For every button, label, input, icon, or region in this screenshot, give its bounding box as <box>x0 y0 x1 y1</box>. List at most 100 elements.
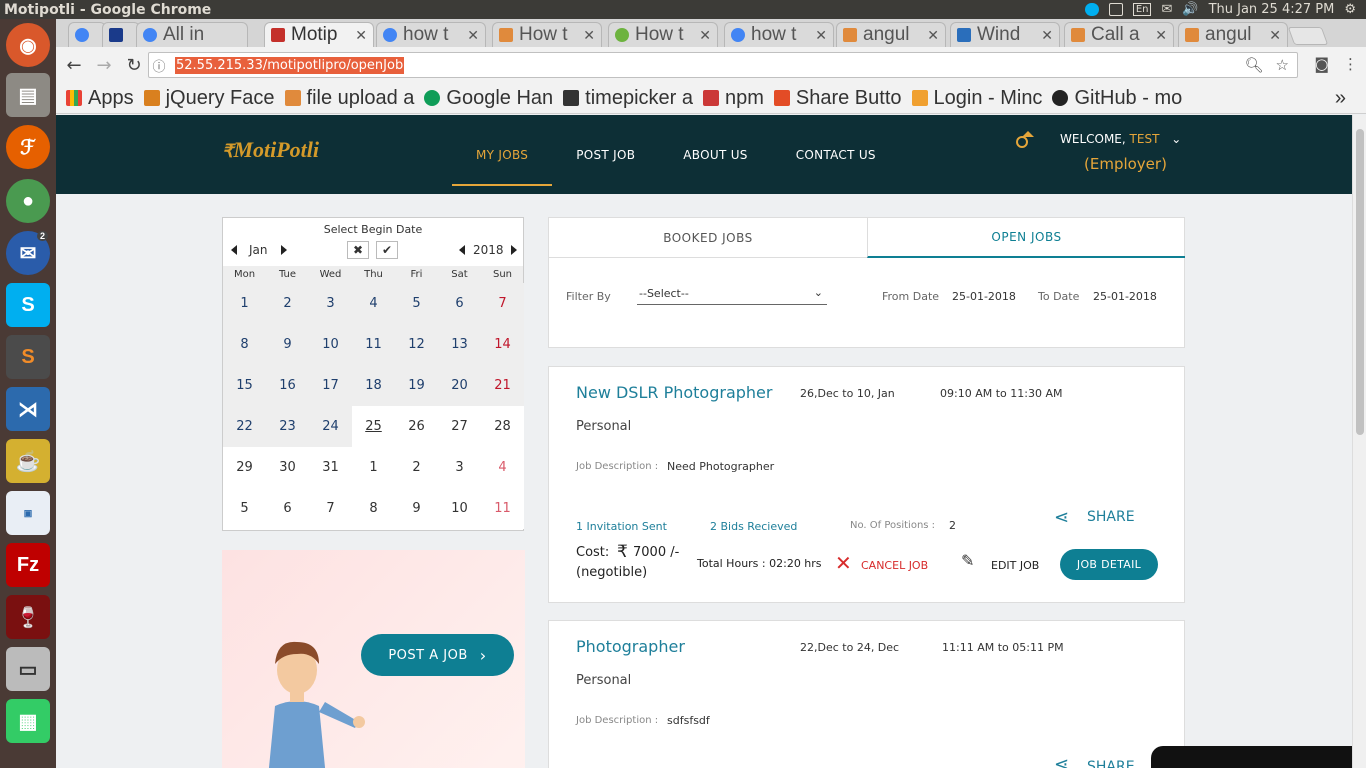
close-icon[interactable]: ✕ <box>463 27 479 44</box>
close-icon[interactable]: ✕ <box>1265 27 1281 44</box>
teapot-icon[interactable]: ☕ <box>6 439 50 483</box>
clear-date-icon[interactable]: ✖ <box>347 241 369 259</box>
year-label[interactable]: 2018 <box>473 243 504 257</box>
calendar-day[interactable]: 4 <box>481 447 524 488</box>
tab-4[interactable]: how t ✕ <box>376 22 486 47</box>
filezilla-icon[interactable]: Fz <box>6 543 50 587</box>
nav-post-job[interactable]: POST JOB <box>552 115 659 194</box>
calendar-day[interactable]: 18 <box>352 365 395 406</box>
calendar-day[interactable]: 31 <box>309 447 352 488</box>
sublime-icon[interactable]: S <box>6 335 50 379</box>
drive-icon[interactable]: ▦ <box>6 699 50 743</box>
pencil-icon[interactable]: ✎ <box>961 551 974 570</box>
calendar-day[interactable]: 10 <box>309 324 352 365</box>
site-logo[interactable]: ₹MotiPotli <box>222 137 319 163</box>
bookmark-share-button[interactable]: Share Butto <box>773 87 902 110</box>
calendar-day[interactable]: 3 <box>309 283 352 324</box>
chat-widget[interactable] <box>1151 746 1366 768</box>
calendar-day[interactable]: 21 <box>481 365 524 406</box>
bookmark-jquery[interactable]: jQuery Face <box>143 87 275 110</box>
share-icon[interactable]: ⋖ <box>1054 754 1069 768</box>
job-detail-button[interactable]: JOB DETAIL <box>1060 549 1158 580</box>
skype-icon[interactable]: S <box>6 283 50 327</box>
tab-8[interactable]: angul ✕ <box>836 22 946 47</box>
month-label[interactable]: Jan <box>249 243 268 257</box>
ubuntu-icon[interactable]: ◉ <box>6 23 50 67</box>
calendar-day[interactable]: 3 <box>438 447 481 488</box>
calendar-day[interactable]: 6 <box>438 283 481 324</box>
close-x-icon[interactable]: ✕ <box>835 551 852 575</box>
close-icon[interactable]: ✕ <box>1151 27 1167 44</box>
calendar-day[interactable]: 11 <box>481 488 524 529</box>
bookmark-star-icon[interactable]: ☆ <box>1276 56 1289 74</box>
forward-arrow-icon[interactable]: → <box>92 53 116 77</box>
welcome-menu[interactable]: WELCOME, TEST ⌄ <box>1060 132 1181 146</box>
calendar-day[interactable]: 26 <box>395 406 438 447</box>
calendar-day[interactable]: 15 <box>223 365 266 406</box>
nav-about-us[interactable]: ABOUT US <box>659 115 771 194</box>
calendar-day[interactable]: 7 <box>481 283 524 324</box>
vscode-icon[interactable]: ⋊ <box>6 387 50 431</box>
close-icon[interactable]: ✕ <box>579 27 595 44</box>
calendar-day[interactable]: 7 <box>309 488 352 529</box>
calendar-day[interactable]: 12 <box>395 324 438 365</box>
calendar-day[interactable]: 10 <box>438 488 481 529</box>
zoom-icon[interactable]: 🔍︎ <box>1245 56 1264 74</box>
bookmark-timepicker[interactable]: timepicker a <box>563 87 693 110</box>
calendar-day[interactable]: 19 <box>395 365 438 406</box>
back-arrow-icon[interactable]: ← <box>62 53 86 77</box>
prev-year-arrow-icon[interactable] <box>459 245 465 255</box>
calendar-day[interactable]: 8 <box>352 488 395 529</box>
calendar-day[interactable]: 16 <box>266 365 309 406</box>
tab-2[interactable]: All in <box>136 22 248 47</box>
tab-open-jobs[interactable]: OPEN JOBS <box>867 218 1185 258</box>
tab-0[interactable] <box>68 22 106 47</box>
bookmark-login[interactable]: Login - Minc <box>911 87 1042 110</box>
calendar-day[interactable]: 2 <box>266 283 309 324</box>
chevron-down-icon[interactable]: ⌄ <box>1171 132 1181 146</box>
from-date-input[interactable]: 25-01-2018 <box>952 290 1016 303</box>
menu-icon[interactable]: ⋮ <box>1343 55 1358 73</box>
calendar-day[interactable]: 2 <box>395 447 438 488</box>
new-tab-button[interactable] <box>1287 27 1329 45</box>
calendar-day[interactable]: 9 <box>395 488 438 529</box>
calendar-day[interactable]: 29 <box>223 447 266 488</box>
calendar-day[interactable]: 13 <box>438 324 481 365</box>
bookmark-github[interactable]: GitHub - mo <box>1052 87 1182 110</box>
volume-icon[interactable]: 🔊 <box>1182 2 1198 17</box>
calendar-day[interactable]: 24 <box>309 406 352 447</box>
calendar-day[interactable]: 25 <box>352 406 395 447</box>
camera-icon[interactable]: ◙ <box>1314 55 1329 73</box>
url-text[interactable]: 52.55.215.33/motipotlipro/openJob <box>175 56 405 74</box>
close-icon[interactable]: ✕ <box>351 27 367 44</box>
nav-contact-us[interactable]: CONTACT US <box>772 115 900 194</box>
calendar-day[interactable]: 23 <box>266 406 309 447</box>
next-year-arrow-icon[interactable] <box>511 245 517 255</box>
calendar-day[interactable]: 4 <box>352 283 395 324</box>
mail-icon[interactable]: ✉ <box>1161 2 1172 17</box>
prev-month-arrow-icon[interactable] <box>231 245 237 255</box>
calendar-day[interactable]: 1 <box>223 283 266 324</box>
tab-booked-jobs[interactable]: BOOKED JOBS <box>549 218 867 258</box>
close-icon[interactable]: ✕ <box>811 27 827 44</box>
calendar-day[interactable]: 14 <box>481 324 524 365</box>
calendar-day[interactable]: 30 <box>266 447 309 488</box>
edit-job-button[interactable]: EDIT JOB <box>991 559 1039 572</box>
reload-icon[interactable]: ↻ <box>122 53 146 77</box>
layout-tray-icon[interactable] <box>1108 3 1123 16</box>
tab-5[interactable]: How t ✕ <box>492 22 602 47</box>
tab-motipotli[interactable]: Motip ✕ <box>264 22 374 47</box>
job-title[interactable]: Photographer <box>576 637 685 656</box>
skype-tray-icon[interactable] <box>1084 3 1099 16</box>
calendar-day[interactable]: 1 <box>352 447 395 488</box>
confirm-date-icon[interactable]: ✔ <box>376 241 398 259</box>
tab-10[interactable]: Call a ✕ <box>1064 22 1174 47</box>
share-icon[interactable]: ⋖ <box>1054 507 1069 528</box>
tab-6[interactable]: How t ✕ <box>608 22 718 47</box>
calendar-day[interactable]: 22 <box>223 406 266 447</box>
bookmark-file-upload[interactable]: file upload a <box>284 87 414 110</box>
keyboard-lang[interactable]: En <box>1132 3 1152 16</box>
bookmark-npm[interactable]: npm <box>702 87 764 110</box>
settings-gear-icon[interactable]: ⚙ <box>1344 2 1356 17</box>
scroll-thumb[interactable] <box>1356 129 1364 435</box>
